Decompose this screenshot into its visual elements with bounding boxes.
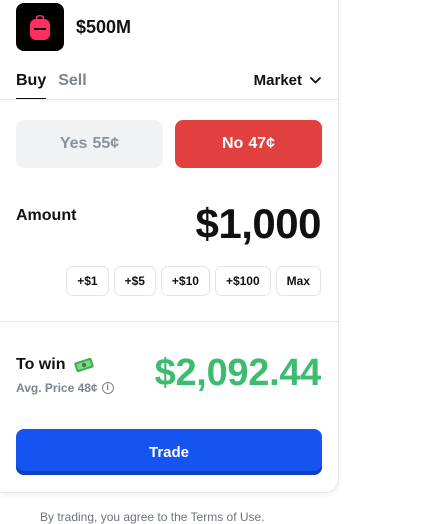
- divider: [0, 99, 339, 100]
- chevron-down-icon: [310, 77, 321, 84]
- avg-price: Avg. Price 48¢ i: [16, 381, 114, 395]
- market-header: $500M: [16, 3, 131, 51]
- no-label: No: [221, 135, 244, 152]
- add-10-button[interactable]: +$10: [160, 266, 210, 296]
- order-type-dropdown[interactable]: Market: [254, 72, 321, 89]
- add-1-button[interactable]: +$1: [66, 266, 109, 296]
- tab-sell[interactable]: Sell: [58, 72, 86, 100]
- info-icon[interactable]: i: [101, 382, 114, 394]
- tab-buy[interactable]: Buy: [16, 72, 47, 100]
- yes-label: Yes: [59, 135, 88, 152]
- backpack-icon: [30, 15, 50, 40]
- to-win-value: $2,092.44: [154, 352, 322, 394]
- order-type-label: Market: [253, 72, 302, 89]
- quick-add-row: +$1 +$5 +$10 +$100 Max: [66, 266, 321, 296]
- money-icon: [74, 357, 95, 373]
- terms-text: By trading, you agree to the Terms of Us…: [40, 510, 265, 524]
- no-price: 47¢: [248, 135, 276, 152]
- to-win-label-row: To win: [16, 356, 95, 374]
- trade-button[interactable]: Trade: [16, 429, 322, 475]
- no-outcome-button[interactable]: No 47¢: [175, 120, 322, 168]
- avg-price-text: Avg. Price 48¢: [16, 381, 98, 395]
- amount-label: Amount: [16, 207, 77, 224]
- amount-input[interactable]: $1,000: [196, 200, 322, 248]
- trade-panel: $500M Buy Sell Market Yes 55¢ No 47¢ Amo…: [0, 0, 339, 493]
- trade-tabs: Buy Sell: [16, 72, 87, 100]
- add-5-button[interactable]: +$5: [113, 266, 156, 296]
- market-logo: [16, 3, 64, 51]
- add-100-button[interactable]: +$100: [214, 266, 271, 296]
- yes-outcome-button[interactable]: Yes 55¢: [16, 120, 163, 168]
- divider: [0, 321, 339, 322]
- to-win-label: To win: [16, 356, 66, 373]
- max-button[interactable]: Max: [275, 266, 321, 296]
- market-title: $500M: [76, 16, 132, 37]
- yes-price: 55¢: [92, 135, 120, 152]
